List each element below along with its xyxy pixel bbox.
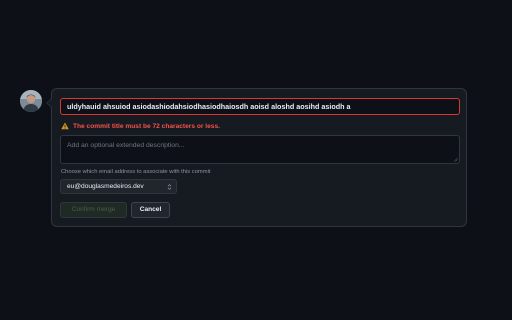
description-placeholder: Add an optional extended description... <box>67 142 185 149</box>
commit-title-error: The commit title must be 72 characters o… <box>61 121 220 131</box>
user-avatar[interactable] <box>20 90 42 112</box>
resize-handle-icon[interactable] <box>453 157 458 162</box>
confirm-merge-button[interactable]: Confirm merge <box>60 202 127 218</box>
commit-description-textarea[interactable]: Add an optional extended description... <box>60 135 460 164</box>
alert-triangle-icon <box>61 122 69 130</box>
email-select-label: Choose which email address to associate … <box>61 169 211 175</box>
email-selected-value: eu@douglasmedeiros.dev <box>67 183 144 190</box>
panel-pointer-inner <box>47 99 52 107</box>
commit-title-input[interactable]: uldyhauid ahsuiod asiodashiodahsiodhasio… <box>60 98 460 115</box>
commit-email-select[interactable]: eu@douglasmedeiros.dev <box>60 179 177 194</box>
chevron-up-down-icon <box>167 184 172 190</box>
cancel-button[interactable]: Cancel <box>131 202 170 218</box>
error-text: The commit title must be 72 characters o… <box>73 122 220 130</box>
